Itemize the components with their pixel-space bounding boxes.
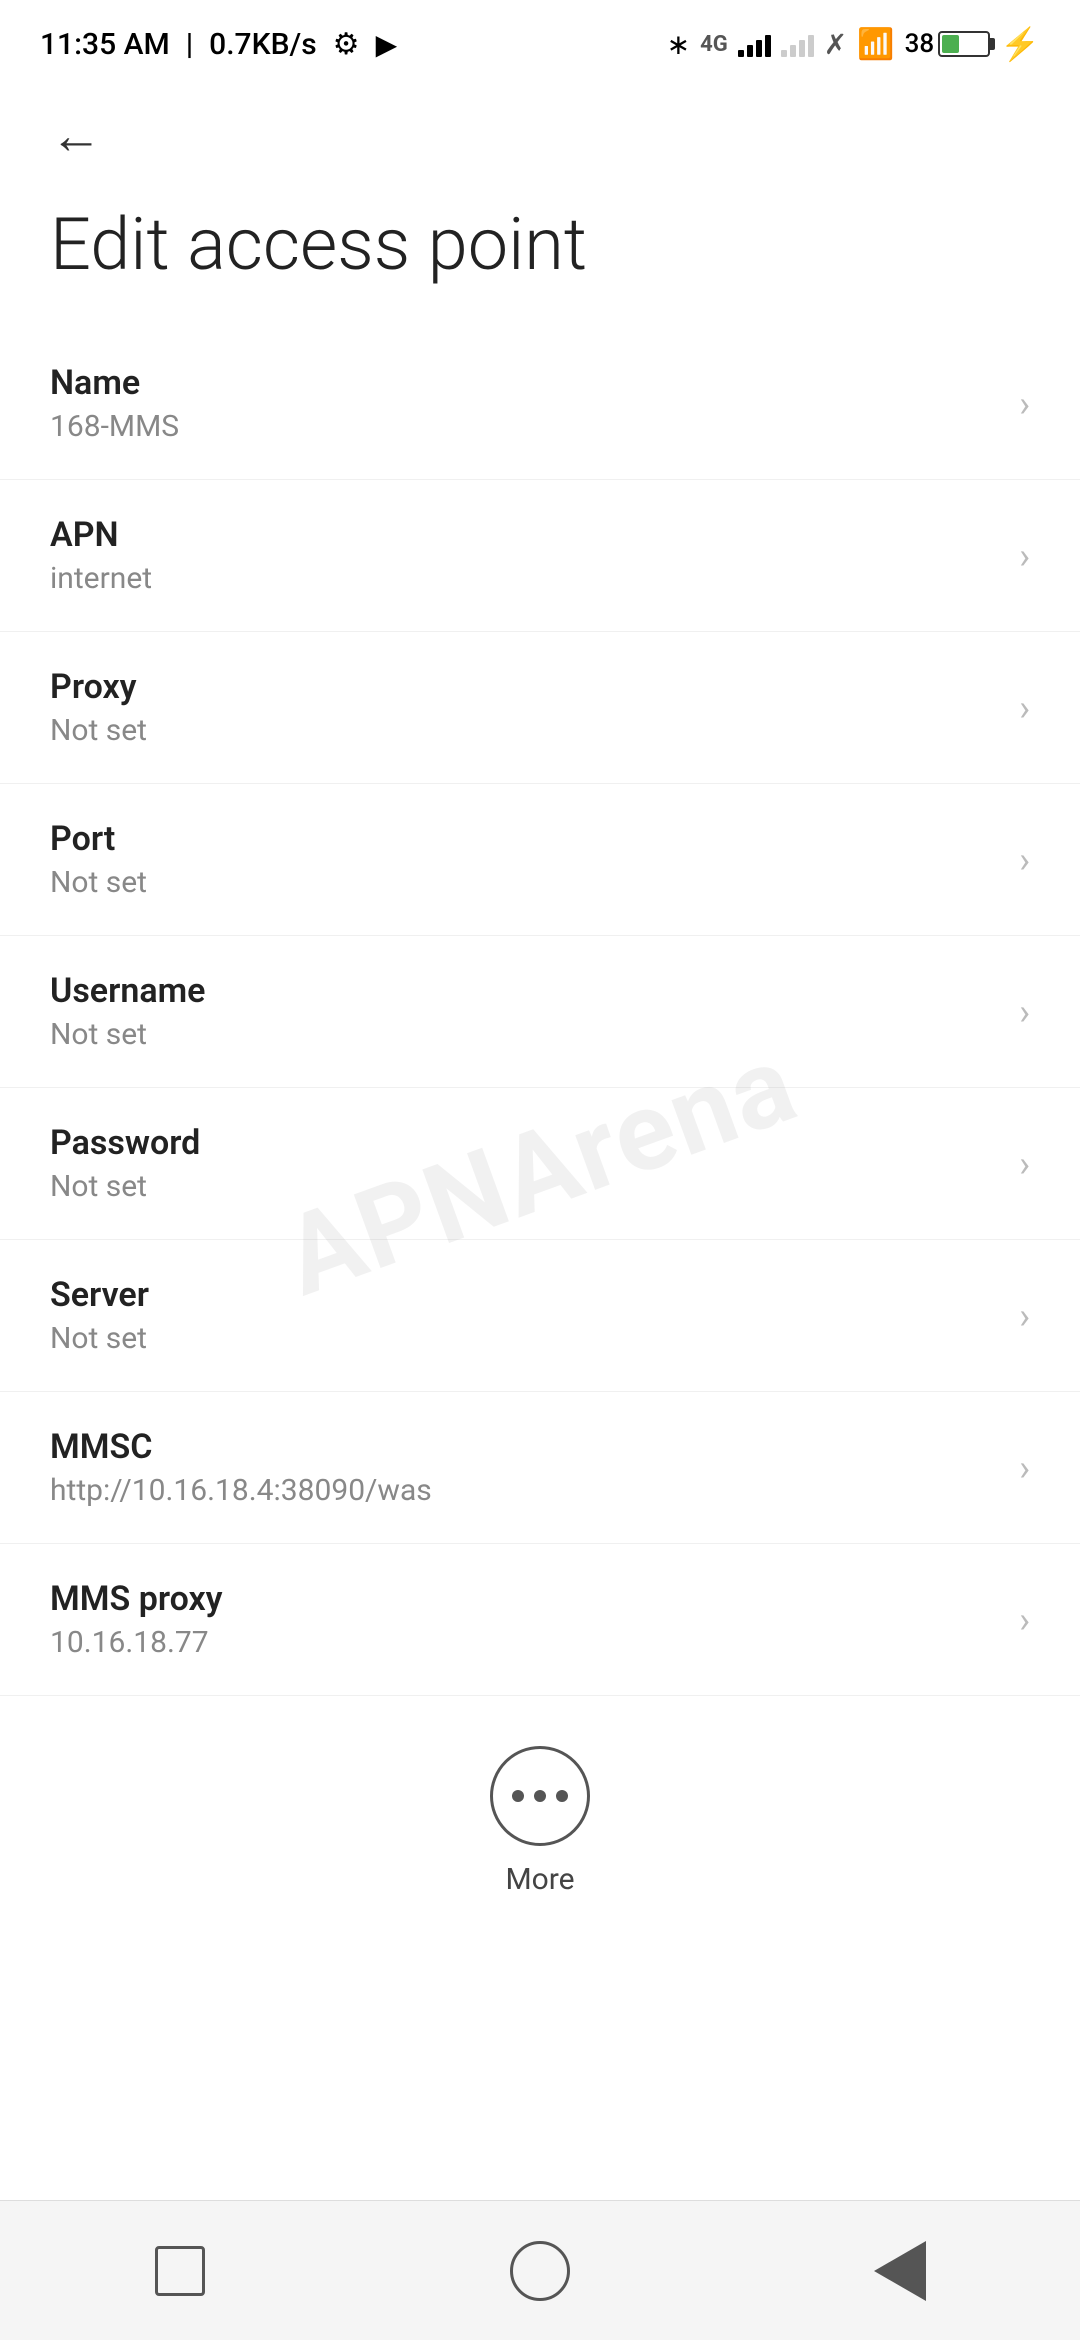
settings-value-port: Not set xyxy=(50,865,147,900)
settings-label-name: Name xyxy=(50,363,179,403)
settings-item-username[interactable]: Username Not set › xyxy=(0,936,1080,1088)
settings-item-mms-proxy[interactable]: MMS proxy 10.16.18.77 › xyxy=(0,1544,1080,1696)
chevron-right-username: › xyxy=(1019,991,1030,1033)
chevron-right-mms-proxy: › xyxy=(1019,1599,1030,1641)
battery-box xyxy=(938,31,990,57)
more-label: More xyxy=(505,1862,574,1897)
bluetooth-icon: ∗ xyxy=(667,28,690,61)
settings-label-mmsc: MMSC xyxy=(50,1427,432,1467)
chevron-right-proxy: › xyxy=(1019,687,1030,729)
chevron-right-port: › xyxy=(1019,839,1030,881)
settings-label-password: Password xyxy=(50,1123,200,1163)
settings-item-proxy-content: Proxy Not set xyxy=(50,667,147,748)
settings-label-port: Port xyxy=(50,819,147,859)
home-icon xyxy=(510,2241,570,2301)
page-title: Edit access point xyxy=(0,182,1080,328)
settings-list: Name 168-MMS › APN internet › Proxy Not … xyxy=(0,328,1080,1696)
settings-item-server-content: Server Not set xyxy=(50,1275,149,1356)
settings-item-password[interactable]: Password Not set › xyxy=(0,1088,1080,1240)
chevron-right-server: › xyxy=(1019,1295,1030,1337)
status-bar: 11:35 AM | 0.7KB/s ⚙ ▶ ∗ 4G ✗ 📶 38 ⚡ xyxy=(0,0,1080,80)
chevron-right-mmsc: › xyxy=(1019,1447,1030,1489)
settings-label-apn: APN xyxy=(50,515,152,555)
settings-item-mmsc-content: MMSC http://10.16.18.4:38090/was xyxy=(50,1427,432,1508)
settings-item-apn-content: APN internet xyxy=(50,515,152,596)
settings-item-mms-proxy-content: MMS proxy 10.16.18.77 xyxy=(50,1579,223,1660)
settings-item-name-content: Name 168-MMS xyxy=(50,363,179,444)
more-button-container: More xyxy=(0,1696,1080,1937)
charging-icon: ⚡ xyxy=(1000,25,1040,63)
more-button[interactable] xyxy=(490,1746,590,1846)
settings-value-password: Not set xyxy=(50,1169,200,1204)
nav-home-button[interactable] xyxy=(490,2231,590,2311)
chevron-right-name: › xyxy=(1019,383,1030,425)
wifi-icon: 📶 xyxy=(857,27,894,62)
speed-display: | xyxy=(186,27,193,62)
settings-value-mmsc: http://10.16.18.4:38090/was xyxy=(50,1473,432,1508)
back-icon xyxy=(874,2241,926,2301)
settings-value-proxy: Not set xyxy=(50,713,147,748)
time-display: 11:35 AM xyxy=(40,27,170,62)
settings-item-mmsc[interactable]: MMSC http://10.16.18.4:38090/was › xyxy=(0,1392,1080,1544)
more-dots-icon xyxy=(512,1790,568,1802)
settings-value-username: Not set xyxy=(50,1017,205,1052)
settings-item-server[interactable]: Server Not set › xyxy=(0,1240,1080,1392)
settings-item-port[interactable]: Port Not set › xyxy=(0,784,1080,936)
settings-value-server: Not set xyxy=(50,1321,149,1356)
battery-indicator: 38 xyxy=(905,29,991,59)
settings-value-name: 168-MMS xyxy=(50,409,179,444)
nav-recents-button[interactable] xyxy=(130,2231,230,2311)
settings-item-username-content: Username Not set xyxy=(50,971,205,1052)
video-icon: ▶ xyxy=(376,28,398,61)
status-icons: ∗ 4G ✗ 📶 38 ⚡ xyxy=(667,25,1040,63)
chevron-right-apn: › xyxy=(1019,535,1030,577)
recents-icon xyxy=(155,2246,205,2296)
nav-back-button[interactable] xyxy=(850,2231,950,2311)
signal-bars-1 xyxy=(738,31,771,57)
settings-label-server: Server xyxy=(50,1275,149,1315)
settings-icon: ⚙ xyxy=(333,27,360,62)
settings-label-mms-proxy: MMS proxy xyxy=(50,1579,223,1619)
settings-item-name[interactable]: Name 168-MMS › xyxy=(0,328,1080,480)
speed-value: 0.7KB/s xyxy=(209,27,316,62)
signal-bars-2 xyxy=(781,31,814,57)
settings-label-proxy: Proxy xyxy=(50,667,147,707)
battery-fill xyxy=(942,35,959,53)
settings-value-mms-proxy: 10.16.18.77 xyxy=(50,1625,223,1660)
status-left: 11:35 AM | 0.7KB/s ⚙ ▶ xyxy=(40,27,397,62)
settings-item-password-content: Password Not set xyxy=(50,1123,200,1204)
settings-item-port-content: Port Not set xyxy=(50,819,147,900)
signal-4g-icon: 4G xyxy=(700,32,728,57)
nav-bar: ← xyxy=(0,80,1080,182)
back-button[interactable]: ← xyxy=(50,105,102,166)
settings-value-apn: internet xyxy=(50,561,152,596)
settings-label-username: Username xyxy=(50,971,205,1011)
settings-item-apn[interactable]: APN internet › xyxy=(0,480,1080,632)
no-signal-icon: ✗ xyxy=(824,28,847,61)
settings-item-proxy[interactable]: Proxy Not set › xyxy=(0,632,1080,784)
bottom-nav xyxy=(0,2200,1080,2340)
chevron-right-password: › xyxy=(1019,1143,1030,1185)
